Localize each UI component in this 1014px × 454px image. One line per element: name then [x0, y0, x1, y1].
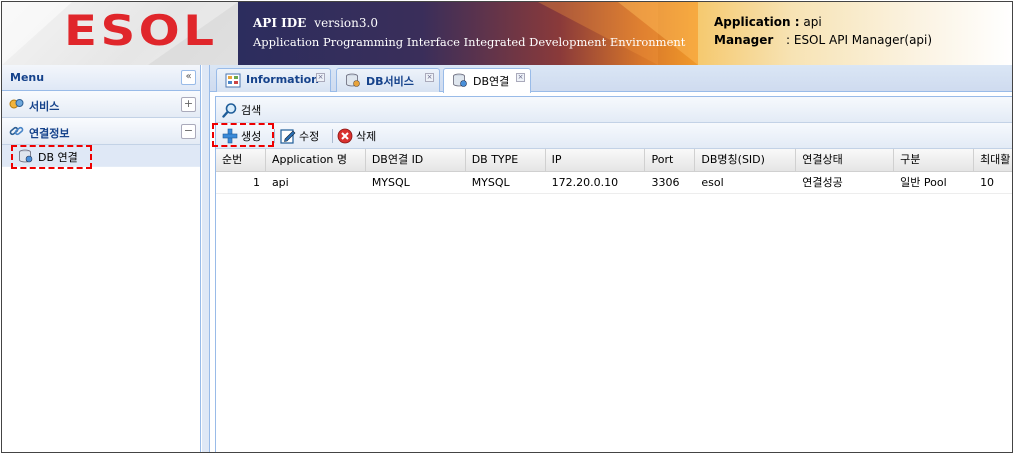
tab-information[interactable]: Information ×: [216, 68, 331, 92]
table-cell: 10: [980, 176, 995, 189]
db-connection-panel: 검색 생성 수정 삭제 순번 Application 명 DB연결 ID DB …: [212, 96, 1012, 452]
application-label: Application :: [714, 15, 800, 29]
column-header[interactable]: 구분: [894, 149, 975, 172]
logo-decoration: [2, 2, 72, 65]
menu-header: Menu «: [2, 65, 200, 91]
edit-button[interactable]: 수정: [280, 127, 319, 145]
sidebar-section-label: 서비스: [29, 100, 60, 113]
sidebar-section-label: 연결정보: [29, 127, 70, 140]
main-content: Information × DB서비스 × DB연결 × 검색 생성 수정 삭제…: [210, 65, 1012, 452]
collapse-toggle[interactable]: −: [181, 124, 196, 139]
search-button[interactable]: 검색: [222, 101, 261, 119]
table-cell: esol: [701, 176, 724, 189]
close-tab-icon[interactable]: ×: [316, 73, 325, 82]
highlight-box: [212, 123, 274, 147]
delete-button[interactable]: 삭제: [337, 127, 376, 145]
table-cell: 172.20.0.10: [551, 176, 619, 189]
title-banner: API IDE version3.0 Application Programmin…: [238, 2, 698, 65]
table-cell: api: [271, 176, 289, 189]
sidebar-section-connection[interactable]: 연결정보 −: [2, 118, 200, 145]
close-tab-icon[interactable]: ×: [425, 73, 434, 82]
highlight-box: [11, 145, 92, 169]
delete-icon: [337, 128, 353, 144]
table-cell: 1: [252, 176, 260, 189]
manager-label: Manager: [714, 33, 774, 47]
app-window: ESOL API IDE version3.0 Application Progr…: [1, 1, 1013, 453]
database-icon: [346, 73, 360, 87]
application-value: api: [803, 15, 822, 29]
grid-icon: [225, 73, 241, 88]
column-header[interactable]: 최대활: [974, 149, 1012, 172]
column-header[interactable]: IP: [546, 149, 646, 172]
column-header[interactable]: DB명칭(SID): [695, 149, 797, 172]
table-cell: MYSQL: [371, 176, 410, 189]
banner-decoration: [618, 2, 698, 65]
search-toolbar: 검색: [216, 97, 1012, 123]
tab-label: DB서비스: [366, 75, 414, 88]
database-icon: [453, 73, 467, 87]
app-version: version3.0: [314, 16, 378, 30]
app-title: API IDE version3.0: [253, 16, 378, 30]
close-tab-icon[interactable]: ×: [516, 73, 525, 82]
toolbar-divider: [332, 129, 333, 143]
app-name: API IDE: [253, 16, 307, 30]
tab-db-service[interactable]: DB서비스 ×: [336, 68, 440, 92]
table-cell: 3306: [651, 176, 680, 189]
search-label: 검색: [241, 104, 262, 117]
table-header: 순번 Application 명 DB연결 ID DB TYPE IP Port…: [216, 149, 1012, 172]
app-info: Application : api Manager : ESOL API Mana…: [698, 2, 1012, 65]
tab-db-connection[interactable]: DB연결 ×: [443, 68, 531, 93]
tab-bar: Information × DB서비스 × DB연결 ×: [210, 65, 1012, 93]
column-header[interactable]: DB연결 ID: [366, 149, 466, 172]
edit-icon: [280, 129, 296, 144]
expand-toggle[interactable]: +: [181, 97, 196, 112]
column-header[interactable]: 연결상태: [796, 149, 895, 172]
logo-area: ESOL: [2, 2, 238, 65]
table-cell: 연결성공: [802, 176, 843, 189]
column-header[interactable]: Port: [645, 149, 696, 172]
tab-label: DB연결: [473, 75, 510, 88]
table-row[interactable]: 1 api MYSQL MYSQL 172.20.0.10 3306 esol …: [216, 172, 1012, 194]
column-header[interactable]: 순번: [216, 149, 266, 172]
toolbar-divider: [274, 129, 275, 143]
tab-label: Information: [246, 73, 319, 86]
sidebar-section-service[interactable]: 서비스 +: [2, 91, 200, 118]
column-header[interactable]: Application 명: [266, 149, 366, 172]
esol-logo: ESOL: [64, 6, 218, 55]
manager-info: Manager : ESOL API Manager(api): [714, 33, 932, 47]
collapse-menu-button[interactable]: «: [181, 70, 196, 85]
table-cell: MYSQL: [471, 176, 510, 189]
app-header: ESOL API IDE version3.0 Application Progr…: [2, 2, 1012, 65]
menu-panel: Menu « 서비스 + 연결정보 − DB 연결: [2, 65, 201, 452]
column-header[interactable]: DB TYPE: [466, 149, 546, 172]
action-toolbar: 생성 수정 삭제: [216, 123, 1012, 149]
menu-title: Menu: [10, 71, 45, 84]
edit-label: 수정: [299, 130, 320, 143]
application-info: Application : api: [714, 15, 822, 29]
app-subtitle: Application Programming Interface Integr…: [253, 35, 686, 49]
delete-label: 삭제: [356, 130, 377, 143]
table-cell: 일반 Pool: [900, 176, 947, 189]
link-icon: [9, 126, 24, 136]
manager-value: : ESOL API Manager(api): [786, 33, 933, 47]
search-icon: [222, 103, 237, 118]
panel-splitter[interactable]: [202, 65, 210, 452]
service-icon: [9, 99, 24, 109]
